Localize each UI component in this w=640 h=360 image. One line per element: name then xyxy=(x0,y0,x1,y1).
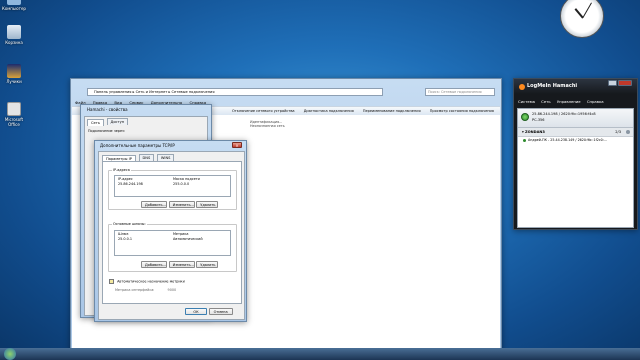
chevron-down-icon: ▾ xyxy=(522,130,524,134)
desktop-icon-office[interactable]: Microsoft Office xyxy=(1,102,27,127)
computer-icon xyxy=(7,0,21,5)
gateway-group: Основные шлюзы: Шлюз Метрика 25.0.0.1 Ав… xyxy=(108,222,237,272)
gateway-list[interactable]: Шлюз Метрика 25.0.0.1 Автоматический xyxy=(114,230,231,256)
hamachi-menu-bar: Система Сеть Управление Справка xyxy=(518,99,609,104)
advanced-tcpip-dialog: Дополнительные параметры TCP/IP × Параме… xyxy=(94,140,247,322)
table-row[interactable]: 25.0.0.1 Автоматический xyxy=(115,237,230,243)
own-ip: 25.86.244.198 / 2620:9b::1956:f4c8 xyxy=(532,112,596,116)
peer-status-icon xyxy=(523,139,526,142)
app-icon xyxy=(7,64,21,78)
hamachi-close-button[interactable] xyxy=(618,80,632,86)
remove-ip-button[interactable]: Удалить xyxy=(196,201,219,208)
close-icon: × xyxy=(235,143,239,148)
subnet-mask-value: 255.0.0.0 xyxy=(173,182,190,186)
ip-group-label: IP-адреса xyxy=(112,168,131,172)
edit-ip-button[interactable]: Изменить... xyxy=(168,201,195,208)
desktop-icon-label: Компьютер xyxy=(2,6,26,11)
ip-address-value: 25.86.244.198 xyxy=(118,182,143,186)
tab-dns[interactable]: DNS xyxy=(138,154,155,161)
edit-gateway-button[interactable]: Изменить... xyxy=(168,261,195,268)
mask-col-header: Маска подсети xyxy=(173,177,200,181)
auto-metric-row: Автоматическое назначение метрики xyxy=(109,279,185,284)
search-placeholder: Поиск: Сетевые подключения xyxy=(428,90,482,94)
cancel-button[interactable]: Отмена xyxy=(208,308,233,315)
properties-title: Hamachi - свойства xyxy=(87,107,128,112)
hamachi-status-header: 25.86.244.198 / 2620:9b::1956:f4c8 PC-35… xyxy=(518,109,633,128)
desktop-icon-app[interactable]: Лучики xyxy=(1,64,27,84)
interface-metric-label: Метрика интерфейса: xyxy=(115,288,155,292)
hamachi-client-panel: 25.86.244.198 / 2620:9b::1956:f4c8 PC-35… xyxy=(517,108,634,228)
hamachi-menu-network[interactable]: Сеть xyxy=(541,99,550,104)
auto-metric-checkbox[interactable] xyxy=(109,279,114,284)
power-icon[interactable] xyxy=(521,113,529,121)
network-group-row[interactable]: ▾ ZONDAN3 2/3 xyxy=(518,128,633,137)
tab-wins[interactable]: WINS xyxy=(156,154,175,161)
properties-tabs: Сеть Доступ xyxy=(85,117,207,126)
add-gateway-button[interactable]: Добавить... xyxy=(141,261,167,268)
hamachi-menu-manage[interactable]: Управление xyxy=(557,99,581,104)
ip-address-group: IP-адреса IP-адрес Маска подсети 25.86.2… xyxy=(108,168,237,210)
desktop-icon-recycle-bin[interactable]: Корзина xyxy=(1,25,27,45)
hamachi-menu-help[interactable]: Справка xyxy=(587,99,604,104)
add-ip-button[interactable]: Добавить... xyxy=(141,201,167,208)
connect-label: Подключение через: xyxy=(88,129,125,133)
connection-network-text: Неопознанная сеть xyxy=(250,124,285,128)
address-bar: Панель управления ▸ Сеть и Интернет ▸ Се… xyxy=(87,88,383,96)
remove-gateway-button[interactable]: Удалить xyxy=(196,261,219,268)
own-name: PC-356 xyxy=(532,118,545,122)
gateway-col-header: Шлюз xyxy=(118,232,129,236)
recycle-bin-icon xyxy=(7,25,21,39)
clock-gadget xyxy=(560,0,604,38)
auto-metric-label: Автоматическое назначение метрики xyxy=(117,279,185,284)
cmd-diagnose[interactable]: Диагностика подключения xyxy=(304,109,354,113)
desktop-icon-label: Microsoft Office xyxy=(4,117,24,127)
network-name: ZONDAN3 xyxy=(524,130,545,134)
search-input[interactable]: Поиск: Сетевые подключения xyxy=(425,88,495,96)
ip-buttons: Добавить... Изменить... Удалить xyxy=(141,201,219,208)
tab-panel: IP-адреса IP-адрес Маска подсети 25.86.2… xyxy=(102,161,242,304)
metric-col-header: Метрика xyxy=(173,232,189,236)
network-count: 2/3 xyxy=(615,130,621,134)
office-icon xyxy=(7,102,21,116)
cmd-status[interactable]: Просмотр состояния подключения xyxy=(430,109,494,113)
breadcrumb-item[interactable]: Панель управления xyxy=(94,90,131,94)
peer-row[interactable]: Андрей-ПК - 25.44.238.149 / 2620:9b::1f2… xyxy=(518,137,633,144)
tab-network[interactable]: Сеть xyxy=(87,119,104,126)
gateway-metric-value: Автоматический xyxy=(173,237,203,241)
connection-status: Идентификация... Неопознанная сеть xyxy=(250,120,285,128)
dialog-actions: ОК Отмена xyxy=(185,308,233,315)
taskbar xyxy=(0,348,640,360)
interface-metric-input[interactable]: 9000 xyxy=(168,288,177,292)
ok-button[interactable]: ОК xyxy=(185,308,207,315)
clock-minute-hand xyxy=(582,2,592,18)
desktop-icon-computer[interactable]: Компьютер xyxy=(1,0,27,11)
dialog-close-button[interactable]: × xyxy=(232,142,242,148)
dialog-body: Параметры IP DNS WINS IP-адреса IP-адрес… xyxy=(98,151,245,320)
cmd-rename[interactable]: Переименование подключения xyxy=(363,109,421,113)
dialog-tabs: Параметры IP DNS WINS xyxy=(99,152,244,162)
hamachi-title: LogMeIn Hamachi xyxy=(527,83,578,89)
breadcrumb-item[interactable]: Сетевые подключения xyxy=(172,90,215,94)
desktop-icon-label: Лучики xyxy=(6,79,22,84)
cmd-disable[interactable]: Отключение сетевого устройства xyxy=(232,109,295,113)
tab-sharing[interactable]: Доступ xyxy=(106,118,129,125)
hamachi-titlebar: LogMeIn Hamachi xyxy=(514,79,637,94)
start-button[interactable] xyxy=(4,348,16,360)
hamachi-window: LogMeIn Hamachi Система Сеть Управление … xyxy=(513,78,638,230)
hamachi-logo-icon xyxy=(519,84,525,90)
peer-text: Андрей-ПК - 25.44.238.149 / 2620:9b::1f2… xyxy=(528,138,608,142)
interface-metric-row: Метрика интерфейса: 9000 xyxy=(115,288,176,292)
ip-col-header: IP-адрес xyxy=(118,177,133,181)
network-settings-icon[interactable] xyxy=(626,130,630,134)
table-row[interactable]: 25.86.244.198 255.0.0.0 xyxy=(115,182,230,188)
breadcrumb-item[interactable]: Сеть и Интернет xyxy=(136,90,168,94)
hamachi-minimize-button[interactable] xyxy=(608,80,617,86)
gateway-value: 25.0.0.1 xyxy=(118,237,133,241)
gateway-buttons: Добавить... Изменить... Удалить xyxy=(141,261,219,268)
gateway-group-label: Основные шлюзы: xyxy=(112,222,147,226)
hamachi-menu-system[interactable]: Система xyxy=(518,99,535,104)
desktop-icon-label: Корзина xyxy=(5,40,23,45)
ip-address-list[interactable]: IP-адрес Маска подсети 25.86.244.198 255… xyxy=(114,175,231,197)
dialog-title: Дополнительные параметры TCP/IP xyxy=(100,143,175,148)
